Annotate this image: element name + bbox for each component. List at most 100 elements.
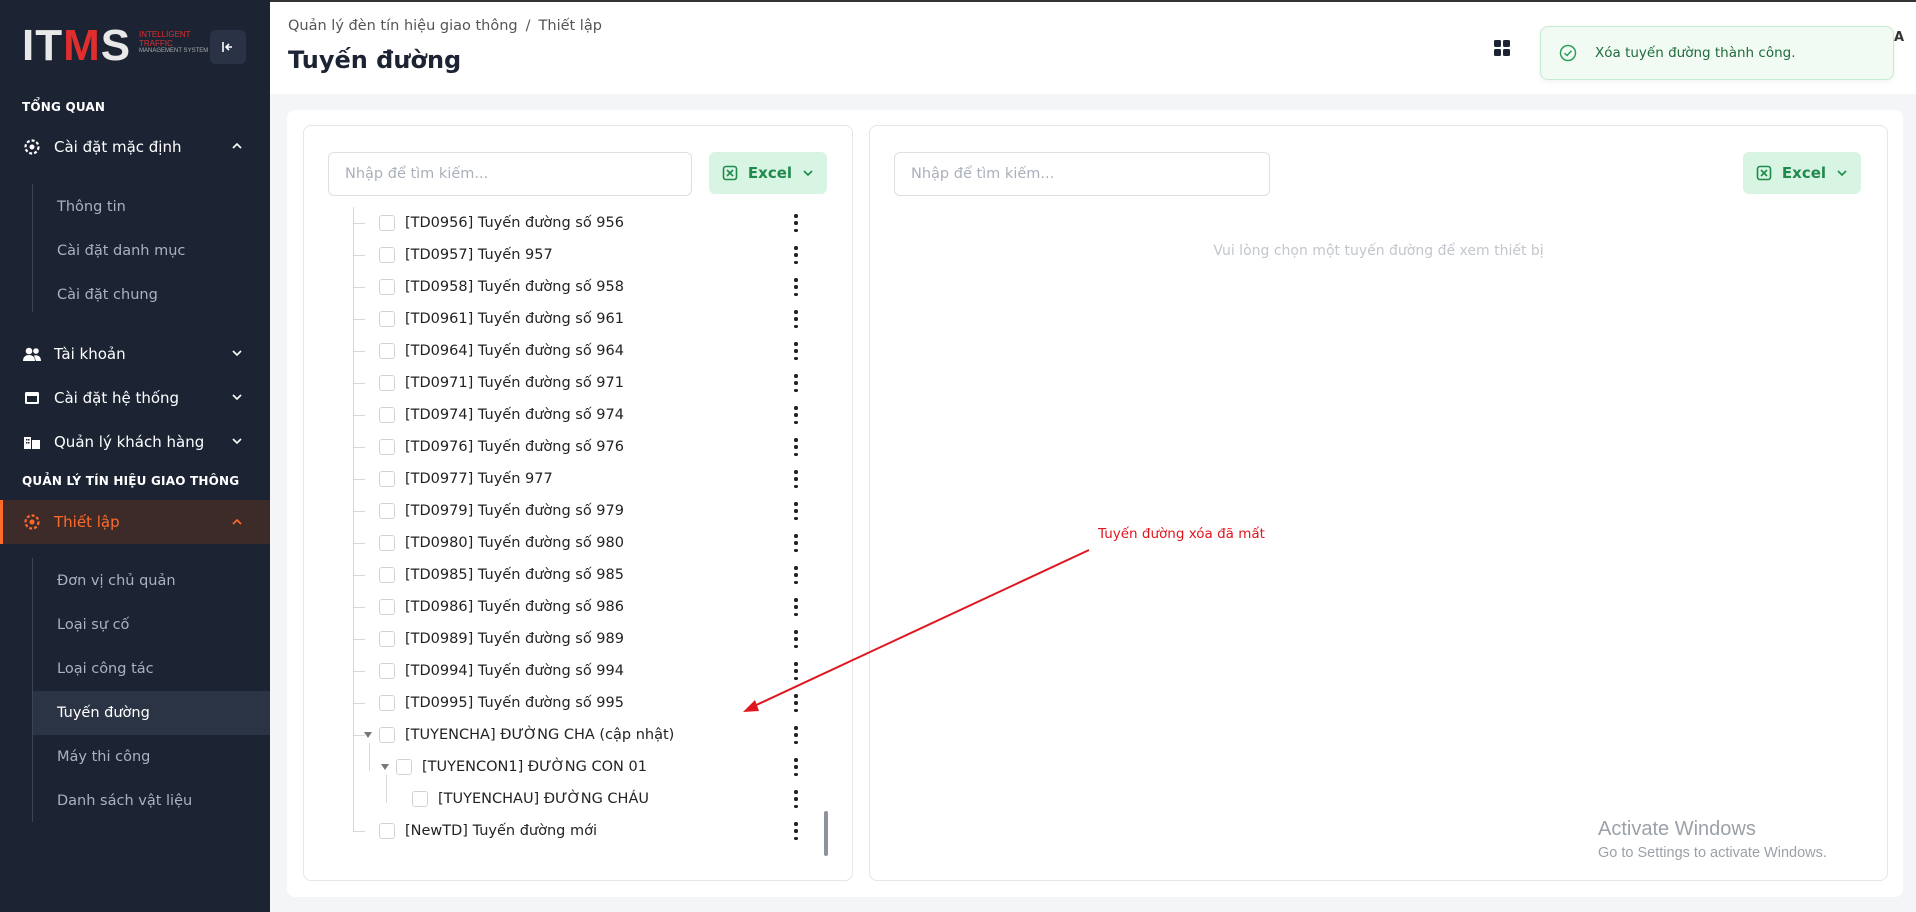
excel-icon xyxy=(1756,165,1772,181)
more-vertical-icon[interactable] xyxy=(794,598,798,616)
tree-row[interactable]: [TD0958] Tuyến đường số 958 xyxy=(379,271,624,303)
tree-row[interactable]: [TUYENCHAU] ĐƯỜNG CHÁU xyxy=(412,783,649,815)
row-checkbox[interactable] xyxy=(379,279,395,295)
menu-account[interactable]: Tài khoản xyxy=(0,334,270,374)
more-vertical-icon[interactable] xyxy=(794,566,798,584)
row-checkbox[interactable] xyxy=(379,407,395,423)
tree-row[interactable]: [TUYENCHA] ĐƯỜNG CHA (cập nhật) xyxy=(379,719,674,751)
more-vertical-icon[interactable] xyxy=(794,758,798,776)
row-checkbox[interactable] xyxy=(379,247,395,263)
breadcrumb-separator: / xyxy=(525,18,531,34)
excel-export-button[interactable]: Excel xyxy=(709,152,827,194)
menu-account-label: Tài khoản xyxy=(54,345,126,363)
menu-system-settings[interactable]: Cài đặt hệ thống xyxy=(0,378,270,418)
tree-row[interactable]: [TD0957] Tuyến 957 xyxy=(379,239,553,271)
breadcrumb-item[interactable]: Thiết lập xyxy=(539,18,602,34)
breadcrumb: Quản lý đèn tín hiệu giao thông / Thiết … xyxy=(288,18,602,34)
tree-row[interactable]: [TD0980] Tuyến đường số 980 xyxy=(379,527,624,559)
row-label: [TD0989] Tuyến đường số 989 xyxy=(405,631,624,647)
row-checkbox[interactable] xyxy=(379,439,395,455)
sub-item-category-settings[interactable]: Cài đặt danh mục xyxy=(33,229,270,273)
tree-row[interactable]: [TD0977] Tuyến 977 xyxy=(379,463,553,495)
more-vertical-icon[interactable] xyxy=(794,470,798,488)
tree-row[interactable]: [TD0986] Tuyến đường số 986 xyxy=(379,591,624,623)
row-label: [TD0995] Tuyến đường số 995 xyxy=(405,695,624,711)
menu-customer-management[interactable]: Quản lý khách hàng xyxy=(0,422,270,462)
row-checkbox[interactable] xyxy=(379,471,395,487)
tree-row[interactable]: [TD0956] Tuyến đường số 956 xyxy=(379,207,624,239)
row-checkbox[interactable] xyxy=(379,631,395,647)
tree-row[interactable]: [TUYENCON1] ĐƯỜNG CON 01 xyxy=(396,751,647,783)
more-vertical-icon[interactable] xyxy=(794,214,798,232)
tree-scrollbar[interactable] xyxy=(824,811,828,856)
more-vertical-icon[interactable] xyxy=(794,822,798,840)
sub-item-managing-unit[interactable]: Đơn vị chủ quản xyxy=(33,559,270,603)
more-vertical-icon[interactable] xyxy=(794,438,798,456)
sub-item-construction-machines[interactable]: Máy thi công xyxy=(33,735,270,779)
sub-item-general-settings[interactable]: Cài đặt chung xyxy=(33,273,270,317)
more-vertical-icon[interactable] xyxy=(794,278,798,296)
more-vertical-icon[interactable] xyxy=(794,310,798,328)
tree-row[interactable]: [TD0964] Tuyến đường số 964 xyxy=(379,335,624,367)
row-checkbox[interactable] xyxy=(379,695,395,711)
caret-down-icon[interactable] xyxy=(364,732,372,738)
row-checkbox[interactable] xyxy=(379,663,395,679)
more-vertical-icon[interactable] xyxy=(794,630,798,648)
row-checkbox[interactable] xyxy=(379,215,395,231)
more-vertical-icon[interactable] xyxy=(794,374,798,392)
row-checkbox[interactable] xyxy=(379,535,395,551)
more-vertical-icon[interactable] xyxy=(794,662,798,680)
tree-row[interactable]: [TD0961] Tuyến đường số 961 xyxy=(379,303,624,335)
row-label: [TD0980] Tuyến đường số 980 xyxy=(405,535,624,551)
more-vertical-icon[interactable] xyxy=(794,406,798,424)
row-checkbox[interactable] xyxy=(379,567,395,583)
tree-row[interactable]: [TD0971] Tuyến đường số 971 xyxy=(379,367,624,399)
tree-row[interactable]: [TD0976] Tuyến đường số 976 xyxy=(379,431,624,463)
row-checkbox[interactable] xyxy=(379,727,395,743)
row-label: [TD0957] Tuyến 957 xyxy=(405,247,553,263)
chevron-up-icon xyxy=(232,142,242,149)
sub-item-incident-type[interactable]: Loại sự cố xyxy=(33,603,270,647)
more-vertical-icon[interactable] xyxy=(794,246,798,264)
tree-row[interactable]: [TD0974] Tuyến đường số 974 xyxy=(379,399,624,431)
gear-icon xyxy=(22,137,42,157)
sub-item-routes[interactable]: Tuyến đường xyxy=(33,691,270,735)
tree-row[interactable]: [TD0985] Tuyến đường số 985 xyxy=(379,559,624,591)
tree-row[interactable]: [TD0995] Tuyến đường số 995 xyxy=(379,687,624,719)
row-checkbox[interactable] xyxy=(412,791,428,807)
tree-row[interactable]: [TD0989] Tuyến đường số 989 xyxy=(379,623,624,655)
row-checkbox[interactable] xyxy=(379,823,395,839)
menu-setup[interactable]: Thiết lập xyxy=(0,500,270,544)
row-checkbox[interactable] xyxy=(379,375,395,391)
row-checkbox[interactable] xyxy=(379,311,395,327)
row-checkbox[interactable] xyxy=(379,599,395,615)
more-vertical-icon[interactable] xyxy=(794,534,798,552)
more-vertical-icon[interactable] xyxy=(794,342,798,360)
tree-row[interactable]: [TD0979] Tuyến đường số 979 xyxy=(379,495,624,527)
tree-row[interactable]: [NewTD] Tuyến đường mới xyxy=(379,815,597,847)
sub-item-info[interactable]: Thông tin xyxy=(33,185,270,229)
caret-down-icon[interactable] xyxy=(381,764,389,770)
device-search-input[interactable]: Nhập để tìm kiếm... xyxy=(894,152,1270,196)
sub-item-materials-list[interactable]: Danh sách vật liệu xyxy=(33,779,270,823)
grid-apps-icon[interactable] xyxy=(1492,38,1512,58)
more-vertical-icon[interactable] xyxy=(794,726,798,744)
tree-row[interactable]: [TD0994] Tuyến đường số 994 xyxy=(379,655,624,687)
window-icon xyxy=(22,388,42,408)
device-excel-export-button[interactable]: Excel xyxy=(1743,152,1861,194)
row-checkbox[interactable] xyxy=(379,343,395,359)
row-label: [TD0956] Tuyến đường số 956 xyxy=(405,215,624,231)
collapse-sidebar-button[interactable] xyxy=(210,30,246,64)
row-checkbox[interactable] xyxy=(396,759,412,775)
row-label: [TD0985] Tuyến đường số 985 xyxy=(405,567,624,583)
row-checkbox[interactable] xyxy=(379,503,395,519)
menu-default-settings-label: Cài đặt mặc định xyxy=(54,138,182,156)
breadcrumb-item[interactable]: Quản lý đèn tín hiệu giao thông xyxy=(288,18,518,34)
more-vertical-icon[interactable] xyxy=(794,694,798,712)
more-vertical-icon[interactable] xyxy=(794,790,798,808)
more-vertical-icon[interactable] xyxy=(794,502,798,520)
sub-item-work-type[interactable]: Loại công tác xyxy=(33,647,270,691)
menu-default-settings[interactable]: Cài đặt mặc định xyxy=(0,127,270,167)
users-icon xyxy=(22,344,42,364)
route-search-input[interactable]: Nhập để tìm kiếm... xyxy=(328,152,692,196)
